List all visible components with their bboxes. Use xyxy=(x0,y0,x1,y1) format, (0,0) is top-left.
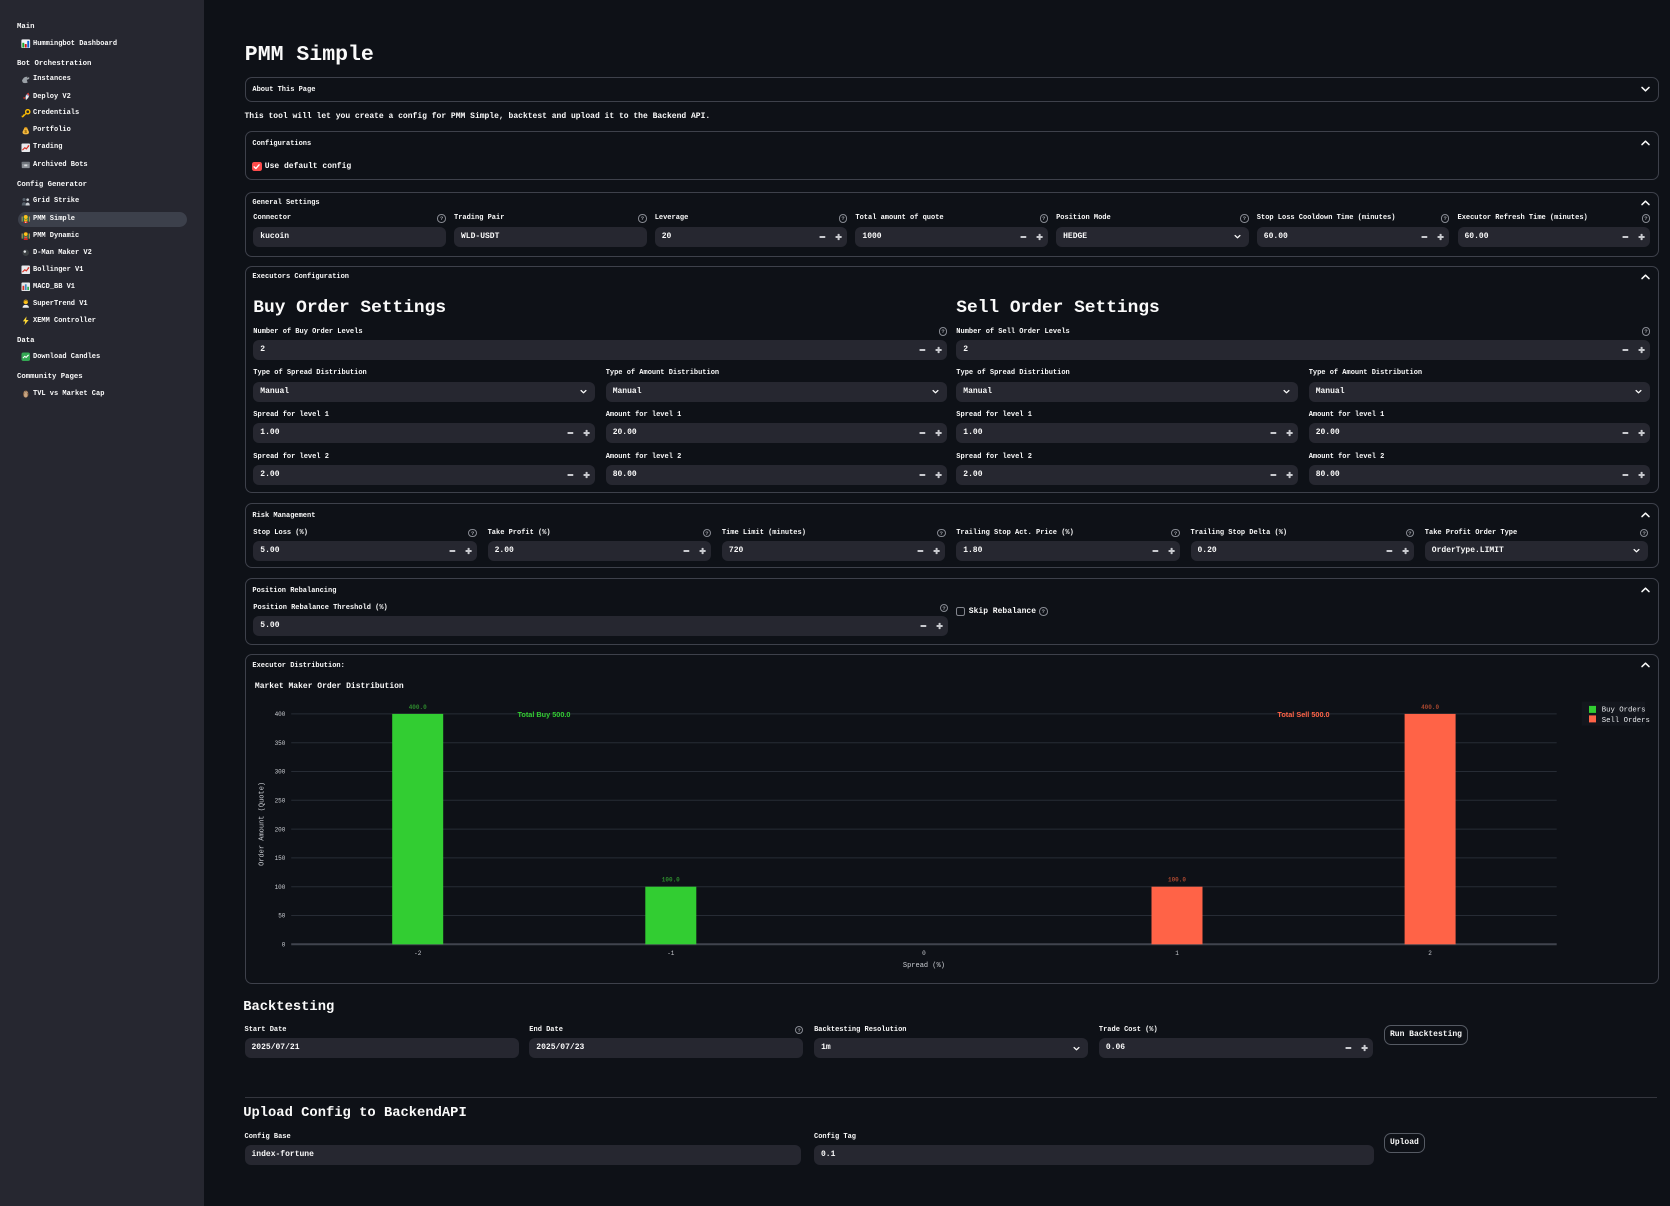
svg-text:Total Sell 500.0: Total Sell 500.0 xyxy=(1277,710,1329,719)
svg-text:400.0: 400.0 xyxy=(1421,704,1439,711)
svg-text:100: 100 xyxy=(275,884,286,891)
svg-text:100.0: 100.0 xyxy=(662,877,680,884)
svg-text:1: 1 xyxy=(1175,950,1179,957)
svg-text:Sell Orders: Sell Orders xyxy=(1602,717,1650,725)
svg-text:300: 300 xyxy=(275,769,286,776)
svg-text:350: 350 xyxy=(275,740,286,747)
svg-text:0: 0 xyxy=(922,950,926,957)
svg-text:Buy Orders: Buy Orders xyxy=(1602,706,1646,714)
svg-text:200: 200 xyxy=(275,826,286,833)
svg-text:Spread (%): Spread (%) xyxy=(903,962,945,970)
svg-text:Order Amount (Quote): Order Amount (Quote) xyxy=(259,782,267,866)
svg-text:0: 0 xyxy=(282,942,286,949)
svg-text:400: 400 xyxy=(275,711,286,718)
svg-text:Total Buy 500.0: Total Buy 500.0 xyxy=(518,710,571,719)
svg-text:250: 250 xyxy=(275,798,286,805)
svg-text:2: 2 xyxy=(1428,950,1432,957)
svg-text:-2: -2 xyxy=(414,950,422,957)
svg-text:400.0: 400.0 xyxy=(409,704,427,711)
svg-text:50: 50 xyxy=(278,913,286,920)
svg-text:150: 150 xyxy=(275,855,286,862)
svg-text:100.0: 100.0 xyxy=(1168,877,1186,884)
svg-text:-1: -1 xyxy=(667,950,675,957)
